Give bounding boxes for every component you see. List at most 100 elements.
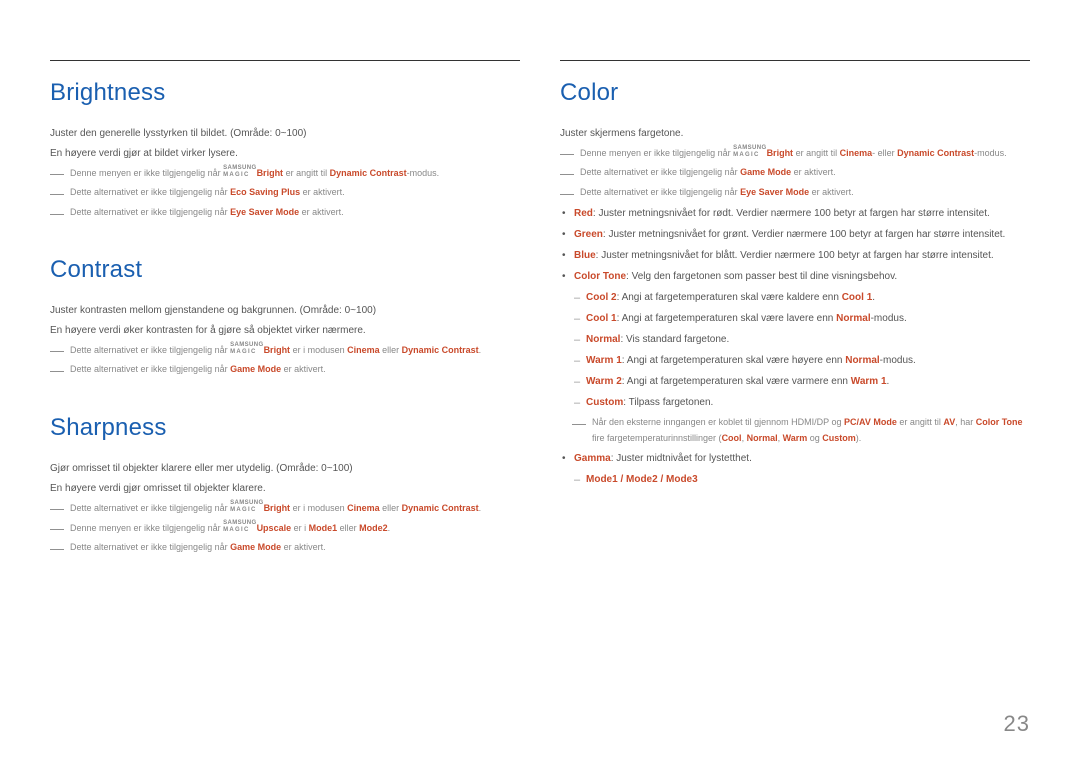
- color-tone-external-note: ― Når den eksterne inngangen er koblet t…: [572, 415, 1030, 446]
- bullet-gamma: Gamma: Juster midtnivået for lystetthet.…: [574, 450, 1030, 488]
- t: Warm: [783, 433, 808, 443]
- t: : Juster midtnivået for lystetthet.: [611, 453, 752, 464]
- t: Red: [574, 208, 593, 219]
- t: : Angi at fargetemperaturen skal være va…: [622, 376, 851, 387]
- t: .: [479, 503, 482, 513]
- note-text: Dette alternativet er ikke tilgjengelig …: [70, 205, 344, 220]
- t: Game Mode: [230, 364, 281, 374]
- t: Upscale: [257, 523, 292, 533]
- contrast-note-2: ― Dette alternativet er ikke tilgjengeli…: [50, 362, 520, 379]
- note-dash-icon: ―: [560, 185, 574, 202]
- t: Cool 1: [842, 292, 873, 303]
- t: Blue: [574, 250, 596, 261]
- note-text: Dette alternativet er ikke tilgjengelig …: [70, 540, 326, 555]
- brightness-p1: Juster den generelle lysstyrken til bild…: [50, 125, 520, 142]
- color-note-2: ― Dette alternativet er ikke tilgjengeli…: [560, 165, 1030, 182]
- samsung-magic-icon: SAMSUNGMAGIC: [223, 165, 256, 179]
- t: : Angi at fargetemperaturen skal være hø…: [622, 355, 845, 366]
- contrast-note-1: ― Dette alternativet er ikke tilgjengeli…: [50, 342, 520, 359]
- note-text: Denne menyen er ikke tilgjengelig når SA…: [580, 145, 1007, 161]
- t: er i: [291, 523, 309, 533]
- heading-contrast: Contrast: [50, 256, 520, 284]
- t: Denne menyen er ikke tilgjengelig når: [70, 168, 223, 178]
- t: Eye Saver Mode: [230, 207, 299, 217]
- t: Dette alternativet er ikke tilgjengelig …: [580, 187, 740, 197]
- t: Custom: [586, 397, 623, 408]
- t: -modus.: [407, 168, 440, 178]
- contrast-p1: Juster kontrasten mellom gjenstandene og…: [50, 302, 520, 319]
- t: .: [872, 292, 875, 303]
- sub-warm2: Warm 2: Angi at fargetemperaturen skal v…: [586, 373, 1030, 390]
- note-text: Denne menyen er ikke tilgjengelig når SA…: [70, 165, 439, 181]
- note-dash-icon: ―: [50, 362, 64, 379]
- brightness-note-2: ― Dette alternativet er ikke tilgjengeli…: [50, 185, 520, 202]
- samsung-magic-icon: SAMSUNGMAGIC: [230, 500, 263, 514]
- t: - eller: [872, 148, 897, 158]
- t: ).: [856, 433, 862, 443]
- t: .: [388, 523, 391, 533]
- note-text: Denne menyen er ikke tilgjengelig når SA…: [70, 520, 390, 536]
- t: Game Mode: [740, 167, 791, 177]
- sub-cool2: Cool 2: Angi at fargetemperaturen skal v…: [586, 289, 1030, 306]
- t: Cool: [722, 433, 742, 443]
- sharpness-note-1: ― Dette alternativet er ikke tilgjengeli…: [50, 500, 520, 517]
- t: : Juster metningsnivået for grønt. Verdi…: [603, 229, 1005, 240]
- color-bullets: Red: Juster metningsnivået for rødt. Ver…: [560, 205, 1030, 488]
- note-dash-icon: ―: [50, 185, 64, 202]
- sub-custom: Custom: Tilpass fargetonen.: [586, 394, 1030, 411]
- t: : Angi at fargetemperaturen skal være ka…: [617, 292, 842, 303]
- t: Bright: [264, 503, 291, 513]
- t: Green: [574, 229, 603, 240]
- heading-color: Color: [560, 79, 1030, 107]
- t: Bright: [264, 345, 291, 355]
- t: Dynamic Contrast: [402, 345, 479, 355]
- t: er angitt til: [283, 168, 330, 178]
- t: : Juster metningsnivået for rødt. Verdie…: [593, 208, 990, 219]
- sub-cool1: Cool 1: Angi at fargetemperaturen skal v…: [586, 310, 1030, 327]
- heading-brightness: Brightness: [50, 79, 520, 107]
- page: Brightness Juster den generelle lysstyrk…: [0, 0, 1080, 763]
- note-dash-icon: ―: [50, 165, 64, 182]
- t: Dette alternativet er ikke tilgjengelig …: [70, 207, 230, 217]
- t: eller: [380, 345, 402, 355]
- t: er aktivert.: [300, 187, 345, 197]
- note-dash-icon: ―: [50, 540, 64, 557]
- note-text: Dette alternativet er ikke tilgjengelig …: [70, 342, 481, 358]
- color-note-1: ― Denne menyen er ikke tilgjengelig når …: [560, 145, 1030, 162]
- note-dash-icon: ―: [50, 205, 64, 222]
- columns: Brightness Juster den generelle lysstyrk…: [50, 60, 1030, 559]
- t: Warm 1: [851, 376, 887, 387]
- sharpness-p2: En høyere verdi gjør omrisset til objekt…: [50, 480, 520, 497]
- t: Dette alternativet er ikke tilgjengelig …: [70, 187, 230, 197]
- t: Dette alternativet er ikke tilgjengelig …: [70, 542, 230, 552]
- note-text: Dette alternativet er ikke tilgjengelig …: [70, 500, 481, 516]
- t: : Angi at fargetemperaturen skal være la…: [617, 313, 837, 324]
- t: er aktivert.: [809, 187, 854, 197]
- t: er aktivert.: [791, 167, 836, 177]
- t: Gamma: [574, 453, 611, 464]
- note-text: Dette alternativet er ikke tilgjengelig …: [70, 362, 326, 377]
- t: Dette alternativet er ikke tilgjengelig …: [70, 345, 230, 355]
- t: AV: [943, 417, 955, 427]
- t: -modus.: [974, 148, 1007, 158]
- note-text: Når den eksterne inngangen er koblet til…: [592, 415, 1030, 446]
- t: eller: [337, 523, 359, 533]
- t: Dette alternativet er ikke tilgjengelig …: [70, 503, 230, 513]
- note-text: Dette alternativet er ikke tilgjengelig …: [70, 185, 345, 200]
- sub-warm1: Warm 1: Angi at fargetemperaturen skal v…: [586, 352, 1030, 369]
- sub-modes: Mode1 / Mode2 / Mode3: [586, 471, 1030, 488]
- note-dash-icon: ―: [560, 145, 574, 162]
- t: er i modusen: [290, 345, 347, 355]
- t: Cinema: [347, 345, 380, 355]
- t: : Juster metningsnivået for blått. Verdi…: [596, 250, 994, 261]
- samsung-magic-icon: SAMSUNGMAGIC: [733, 145, 766, 159]
- t: Denne menyen er ikke tilgjengelig når: [70, 523, 223, 533]
- rule: [50, 60, 520, 61]
- note-dash-icon: ―: [50, 342, 64, 359]
- bullet-blue: Blue: Juster metningsnivået for blått. V…: [574, 247, 1030, 264]
- t: Normal: [845, 355, 879, 366]
- t: er angitt til: [793, 148, 840, 158]
- t: Normal: [586, 334, 620, 345]
- t: og: [807, 433, 822, 443]
- t: Dynamic Contrast: [897, 148, 974, 158]
